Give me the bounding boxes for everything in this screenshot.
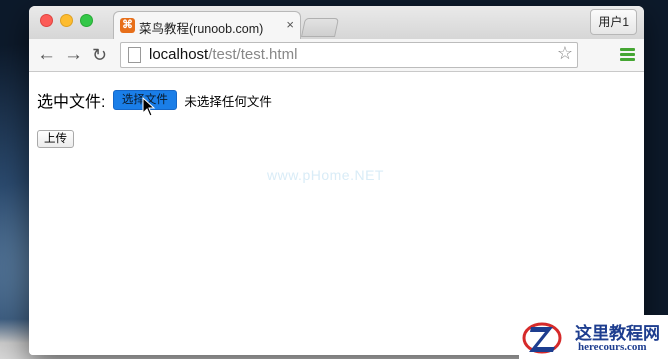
runoob-favicon-icon: ⌘ (120, 18, 135, 33)
bookmark-star-icon[interactable]: ☆ (557, 43, 573, 64)
new-tab-button[interactable] (300, 18, 340, 37)
forward-arrow-icon[interactable]: → (64, 45, 83, 65)
browser-window: ⌘ 菜鸟教程(runoob.com) × 用户1 ← → ↻ localhost… (29, 6, 644, 355)
site-logo: 这里教程网 herecours.com (519, 315, 668, 359)
watermark-text: www.pHome.NET (267, 167, 384, 183)
page-content: 选中文件: 选择文件 未选择任何文件 上传 www.pHome.NET (29, 72, 644, 355)
url-path: /test/test.html (208, 46, 298, 63)
url-host: localhost (149, 46, 209, 63)
upload-button[interactable]: 上传 (37, 130, 74, 148)
browser-toolbar: ← → ↻ localhost/test/test.html ☆ (29, 39, 644, 72)
file-field-label: 选中文件: (37, 94, 106, 111)
logo-url: herecours.com (578, 341, 647, 353)
menu-icon[interactable] (620, 48, 635, 63)
close-window-button[interactable] (40, 14, 53, 27)
mouse-cursor-icon (142, 97, 156, 117)
minimize-window-button[interactable] (60, 14, 73, 27)
tab-close-icon[interactable]: × (286, 17, 294, 32)
logo-z-icon (522, 322, 562, 354)
reload-icon[interactable]: ↻ (92, 45, 107, 65)
tab-title: 菜鸟教程(runoob.com) (139, 22, 264, 36)
address-bar[interactable]: localhost/test/test.html ☆ (120, 42, 578, 68)
browser-tab[interactable]: ⌘ 菜鸟教程(runoob.com) × (113, 11, 301, 40)
no-file-selected-text: 未选择任何文件 (184, 94, 272, 109)
profile-button[interactable]: 用户1 (590, 9, 637, 35)
page-icon (128, 47, 141, 63)
url-text[interactable]: localhost/test/test.html (149, 46, 297, 63)
title-bar: ⌘ 菜鸟教程(runoob.com) × 用户1 (29, 6, 644, 40)
back-arrow-icon[interactable]: ← (37, 45, 56, 65)
zoom-window-button[interactable] (80, 14, 93, 27)
